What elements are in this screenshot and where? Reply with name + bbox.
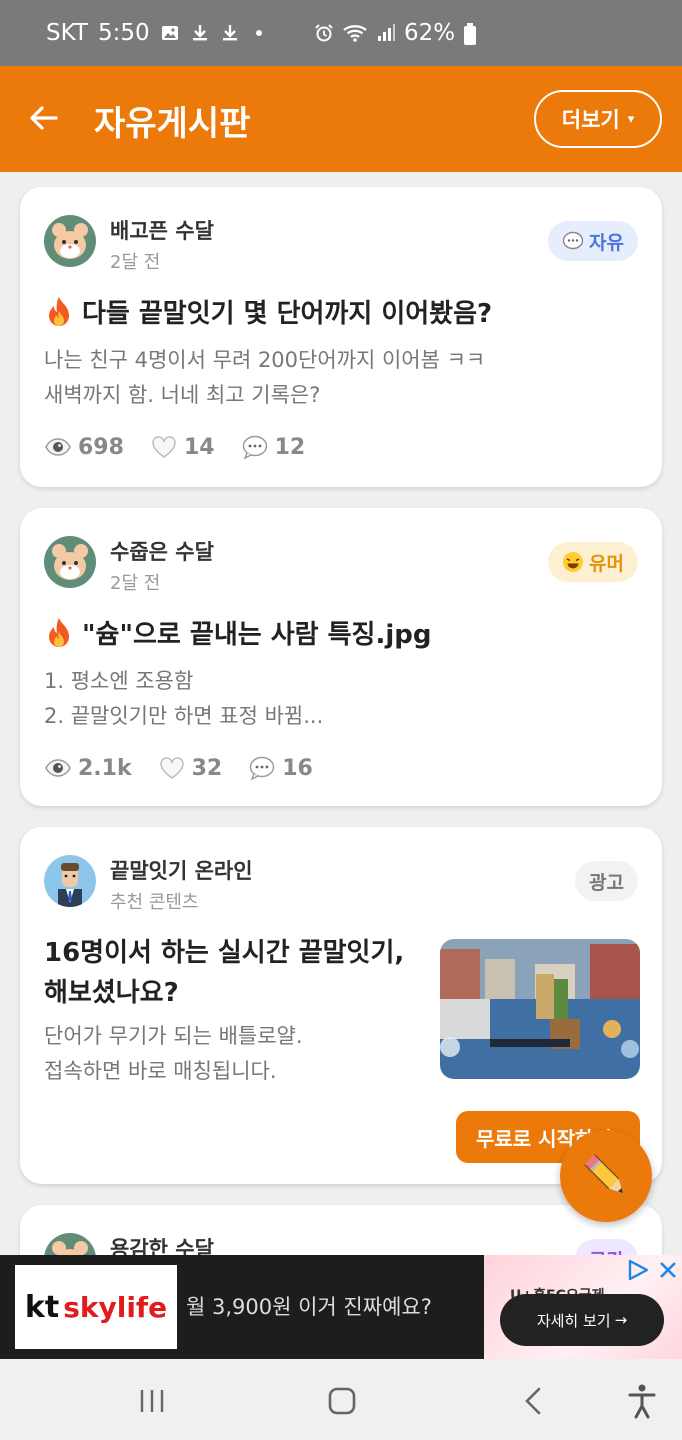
navigation-bar xyxy=(0,1359,682,1440)
view-count-value: 698 xyxy=(78,434,124,460)
ad-thumbnail[interactable] xyxy=(440,939,640,1079)
dot-icon xyxy=(255,30,262,36)
chat-bubble-icon xyxy=(562,231,584,250)
fire-icon xyxy=(49,296,69,326)
post-stats: 698 14 12 xyxy=(44,433,331,461)
banner-details-label: 자세히 보기 xyxy=(536,1311,611,1330)
comment-icon xyxy=(250,756,275,781)
eye-icon xyxy=(45,759,71,777)
clock: 5:50 xyxy=(97,20,150,46)
post-card[interactable]: 배고픈 수달 2달 전 자유 다들 끝말잇기 몇 단어까지 이어봤음? 나는 친… xyxy=(20,187,662,487)
comment-count-value: 12 xyxy=(274,434,306,460)
kt-skylife-logo: kt skylife xyxy=(15,1265,177,1349)
advertiser-name[interactable]: 끝말잇기 온라인 xyxy=(110,855,253,885)
like-count[interactable]: 14 xyxy=(150,433,215,461)
banner-details-button[interactable]: 자세히 보기 → xyxy=(500,1294,664,1346)
arrow-right-icon: → xyxy=(614,1311,628,1329)
comment-count[interactable]: 16 xyxy=(248,754,313,782)
tag-label: 자유 xyxy=(589,231,624,254)
ad-choices-icon[interactable] xyxy=(626,1258,650,1282)
eye-icon xyxy=(45,438,71,456)
logo-skylife: skylife xyxy=(63,1290,168,1324)
like-count-value: 14 xyxy=(183,434,215,460)
view-count-value: 2.1k xyxy=(78,755,132,781)
battery-percent: 62% xyxy=(404,20,456,46)
ad-badge-label: 광고 xyxy=(589,871,624,894)
ad-description: 단어가 무기가 되는 배틀로얄. 접속하면 바로 매칭됩니다. xyxy=(44,1019,303,1089)
ad-title-line: 해보셨나요? xyxy=(44,978,179,1008)
post-title-text: 다들 끝말잇기 몇 단어까지 이어봤음? xyxy=(82,299,493,329)
back-icon[interactable] xyxy=(514,1381,554,1421)
banner-text: 월 3,900원 이거 진짜예요? xyxy=(186,1295,432,1319)
post-title[interactable]: 다들 끝말잇기 몇 단어까지 이어봤음? xyxy=(44,293,492,330)
post-stats: 2.1k 32 16 xyxy=(44,754,339,782)
like-count[interactable]: 32 xyxy=(158,754,223,782)
battery-icon xyxy=(463,23,477,45)
carrier: SKT xyxy=(46,20,88,46)
post-title[interactable]: "슘"으로 끝내는 사람 특징.jpg xyxy=(44,614,431,651)
post-card[interactable]: 수줍은 수달 2달 전 유머 "슘"으로 끝내는 사람 특징.jpg 1. 평소… xyxy=(20,508,662,806)
heart-icon xyxy=(152,436,176,458)
comment-count-value: 16 xyxy=(282,755,313,781)
close-icon[interactable] xyxy=(656,1258,680,1282)
sponsored-card[interactable]: 끝말잇기 온라인 추천 콘텐츠 광고 16명이서 하는 실시간 끝말잇기, 해보… xyxy=(20,827,662,1184)
recent-apps-icon[interactable] xyxy=(132,1381,172,1421)
more-button[interactable]: 더보기 ▾ xyxy=(534,90,662,148)
ad-title-line: 16명이서 하는 실시간 끝말잇기, xyxy=(44,938,405,968)
post-preview: 나는 친구 4명이서 무려 200단어까지 이어봄 ㅋㅋ 새벽까지 함. 너네 … xyxy=(44,343,485,413)
download-icon xyxy=(190,23,210,43)
ad-description-line: 접속하면 바로 매칭됩니다. xyxy=(44,1059,277,1083)
pencil-icon xyxy=(584,1154,623,1193)
home-icon[interactable] xyxy=(322,1381,362,1421)
post-preview-line: 나는 친구 4명이서 무려 200단어까지 이어봄 ㅋㅋ xyxy=(44,348,486,372)
accessibility-icon[interactable] xyxy=(622,1381,662,1421)
laughing-face-icon xyxy=(563,552,584,572)
app-bar: 자유게시판 더보기 ▾ xyxy=(0,66,682,172)
like-count-value: 32 xyxy=(191,755,223,781)
advertiser-avatar xyxy=(44,855,96,907)
signal-icon xyxy=(376,23,396,43)
avatar xyxy=(44,536,96,588)
ad-badge: 광고 xyxy=(575,861,638,901)
tag-label: 유머 xyxy=(589,552,624,575)
view-count: 698 xyxy=(44,433,124,461)
page-title: 자유게시판 xyxy=(94,104,251,144)
post-preview-line: 새벽까지 함. 너네 최고 기록은? xyxy=(44,383,321,407)
more-button-label: 더보기 xyxy=(561,108,620,132)
download-icon xyxy=(220,23,240,43)
logo-kt: kt xyxy=(24,1289,60,1325)
chevron-down-icon: ▾ xyxy=(627,111,635,127)
comment-count[interactable]: 12 xyxy=(241,433,306,461)
view-count: 2.1k xyxy=(44,754,132,782)
image-icon xyxy=(160,23,180,43)
post-preview-line: 1. 평소엔 조용함 xyxy=(44,669,194,693)
post-title-text: "슘"으로 끝내는 사람 특징.jpg xyxy=(82,620,432,650)
fire-icon xyxy=(49,617,69,647)
alarm-icon xyxy=(314,23,334,43)
ad-description-line: 단어가 무기가 되는 배틀로얄. xyxy=(44,1024,303,1048)
heart-icon xyxy=(159,757,184,779)
ad-title[interactable]: 16명이서 하는 실시간 끝말잇기, 해보셨나요? xyxy=(44,933,404,1013)
comment-icon xyxy=(242,435,267,460)
author-name[interactable]: 배고픈 수달 xyxy=(110,215,214,245)
ad-subtitle: 추천 콘텐츠 xyxy=(110,892,199,913)
post-time: 2달 전 xyxy=(110,573,161,594)
category-tag[interactable]: 유머 xyxy=(548,542,638,582)
avatar xyxy=(44,215,96,267)
post-time: 2달 전 xyxy=(110,252,161,273)
arrow-left-icon[interactable] xyxy=(26,100,62,136)
category-tag[interactable]: 자유 xyxy=(548,221,638,261)
status-bar: SKT 5:50 62% xyxy=(0,0,682,66)
wifi-icon xyxy=(342,23,368,43)
post-preview-line: 2. 끝말잇기만 하면 표정 바뀜... xyxy=(44,704,324,728)
author-name[interactable]: 수줍은 수달 xyxy=(110,536,214,566)
write-post-button[interactable] xyxy=(560,1130,652,1222)
post-preview: 1. 평소엔 조용함 2. 끝말잇기만 하면 표정 바뀜... xyxy=(44,664,323,734)
